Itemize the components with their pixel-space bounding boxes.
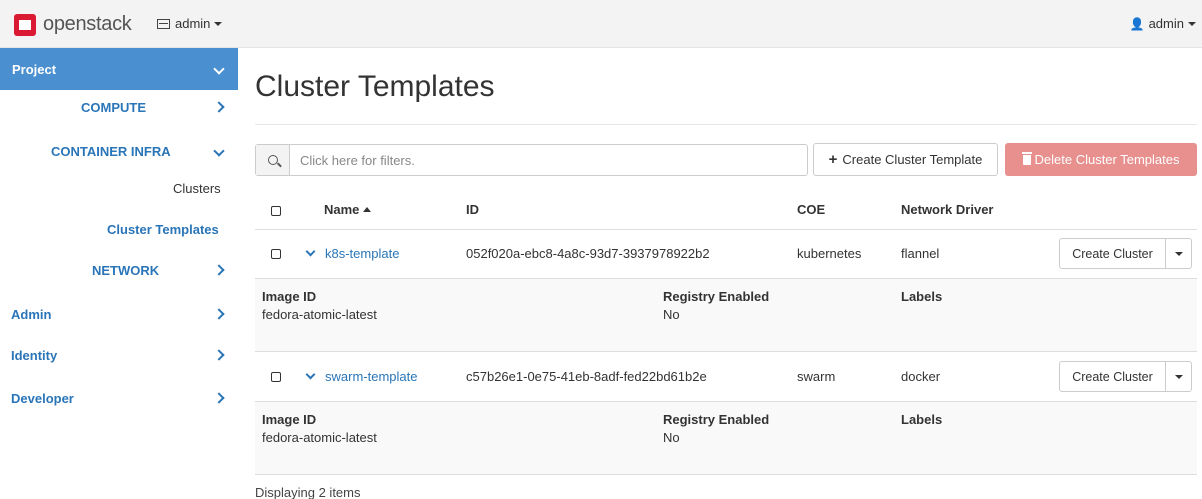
sidebar-item-identity[interactable]: Identity bbox=[0, 344, 238, 366]
sidebar-item-container-infra[interactable]: CONTAINER INFRA bbox=[0, 140, 238, 162]
chevron-down-icon bbox=[213, 142, 225, 160]
sidebar-item-label: Admin bbox=[11, 306, 52, 322]
select-all-checkbox[interactable] bbox=[271, 206, 281, 216]
project-selector[interactable]: admin bbox=[157, 16, 223, 31]
sidebar-item-label: NETWORK bbox=[92, 262, 160, 278]
user-menu-label: admin bbox=[1148, 16, 1184, 31]
row-checkbox[interactable] bbox=[271, 249, 281, 259]
sidebar-item-label: COMPUTE bbox=[81, 99, 146, 115]
search-icon-addon bbox=[256, 145, 290, 175]
user-menu[interactable]: 👤 admin bbox=[1130, 16, 1196, 31]
row-action-dropdown[interactable] bbox=[1166, 362, 1191, 391]
detail-value-image-id: fedora-atomic-latest bbox=[262, 307, 377, 322]
column-header-id: ID bbox=[466, 202, 479, 217]
table-row-network-driver: docker bbox=[901, 369, 941, 384]
brand[interactable]: openstack bbox=[14, 13, 132, 36]
chevron-right-icon bbox=[213, 389, 225, 407]
openstack-logo-icon bbox=[14, 13, 36, 36]
plus-icon: + bbox=[828, 151, 838, 168]
expand-row-icon[interactable] bbox=[305, 369, 316, 380]
sidebar-item-admin[interactable]: Admin bbox=[0, 303, 238, 325]
brand-name: openstack bbox=[43, 13, 132, 35]
sidebar-item-label: Project bbox=[12, 61, 57, 77]
expand-row-icon[interactable] bbox=[305, 246, 316, 257]
table-row-id: c57b26e1-0e75-41eb-8adf-fed22bd61b2e bbox=[466, 369, 707, 384]
detail-label-labels: Labels bbox=[901, 289, 943, 304]
filter-bar bbox=[255, 144, 808, 176]
chevron-right-icon bbox=[213, 98, 225, 116]
column-header-coe: COE bbox=[797, 202, 826, 217]
delete-cluster-templates-button[interactable]: Delete Cluster Templates bbox=[1005, 143, 1197, 176]
create-cluster-button[interactable]: Create Cluster bbox=[1060, 239, 1166, 268]
sidebar-link-cluster-templates[interactable]: Cluster Templates bbox=[107, 222, 219, 237]
user-icon: 👤 bbox=[1129, 16, 1145, 31]
detail-value-registry-enabled: No bbox=[663, 307, 680, 322]
table-row-name-link[interactable]: swarm-template bbox=[325, 369, 417, 384]
caret-down-icon bbox=[1188, 21, 1196, 26]
chevron-down-icon bbox=[213, 60, 225, 78]
delete-cluster-templates-label: Delete Cluster Templates bbox=[1034, 152, 1180, 167]
table-divider bbox=[255, 474, 1197, 475]
sort-ascending-icon bbox=[363, 207, 372, 212]
detail-value-registry-enabled: No bbox=[663, 430, 680, 445]
project-selector-label: admin bbox=[175, 16, 211, 31]
search-icon bbox=[267, 155, 278, 165]
project-icon bbox=[157, 18, 170, 29]
column-header-network-driver: Network Driver bbox=[901, 202, 994, 217]
page-title: Cluster Templates bbox=[255, 70, 495, 103]
detail-label-registry-enabled: Registry Enabled bbox=[663, 289, 770, 304]
create-cluster-button[interactable]: Create Cluster bbox=[1060, 362, 1166, 391]
filter-input[interactable] bbox=[290, 145, 807, 175]
detail-label-image-id: Image ID bbox=[262, 289, 317, 304]
row-action-group: Create Cluster bbox=[1059, 238, 1192, 269]
row-checkbox[interactable] bbox=[271, 372, 281, 382]
item-count: Displaying 2 items bbox=[255, 485, 361, 499]
table-row-coe: swarm bbox=[797, 369, 836, 384]
sidebar-item-label: CONTAINER INFRA bbox=[51, 143, 171, 159]
chevron-right-icon bbox=[213, 305, 225, 323]
table-divider bbox=[255, 229, 1197, 230]
detail-label-registry-enabled: Registry Enabled bbox=[663, 412, 770, 427]
caret-down-icon bbox=[214, 21, 223, 26]
row-action-group: Create Cluster bbox=[1059, 361, 1192, 392]
caret-down-icon bbox=[1174, 374, 1183, 379]
sidebar-item-network[interactable]: NETWORK bbox=[0, 259, 238, 281]
sidebar-item-developer[interactable]: Developer bbox=[0, 387, 238, 409]
sidebar-item-project[interactable]: Project bbox=[0, 48, 238, 90]
sidebar-item-label: Developer bbox=[11, 390, 74, 406]
sidebar-item-compute[interactable]: COMPUTE bbox=[0, 96, 238, 118]
sidebar: Project COMPUTE CONTAINER INFRA Clusters… bbox=[0, 48, 238, 499]
trash-icon bbox=[1021, 151, 1032, 165]
detail-label-labels: Labels bbox=[901, 412, 943, 427]
table-row-network-driver: flannel bbox=[901, 246, 940, 261]
detail-label-image-id: Image ID bbox=[262, 412, 317, 427]
create-cluster-template-button[interactable]: + Create Cluster Template bbox=[813, 143, 998, 176]
table-divider bbox=[255, 351, 1197, 352]
table-row-id: 052f020a-ebc8-4a8c-93d7-3937978922b2 bbox=[466, 246, 710, 261]
table-row-name-link[interactable]: k8s-template bbox=[325, 246, 399, 261]
column-header-name[interactable]: Name bbox=[324, 202, 372, 217]
detail-value-image-id: fedora-atomic-latest bbox=[262, 430, 377, 445]
title-divider bbox=[255, 124, 1197, 125]
row-action-dropdown[interactable] bbox=[1166, 239, 1191, 268]
sidebar-item-label: Identity bbox=[11, 347, 58, 363]
table-row-coe: kubernetes bbox=[797, 246, 862, 261]
chevron-right-icon bbox=[213, 261, 225, 279]
top-navbar: openstack admin 👤 admin bbox=[0, 0, 1202, 48]
chevron-right-icon bbox=[213, 346, 225, 364]
sidebar-link-clusters[interactable]: Clusters bbox=[173, 181, 221, 196]
create-cluster-template-label: Create Cluster Template bbox=[842, 152, 983, 167]
caret-down-icon bbox=[1174, 251, 1183, 256]
